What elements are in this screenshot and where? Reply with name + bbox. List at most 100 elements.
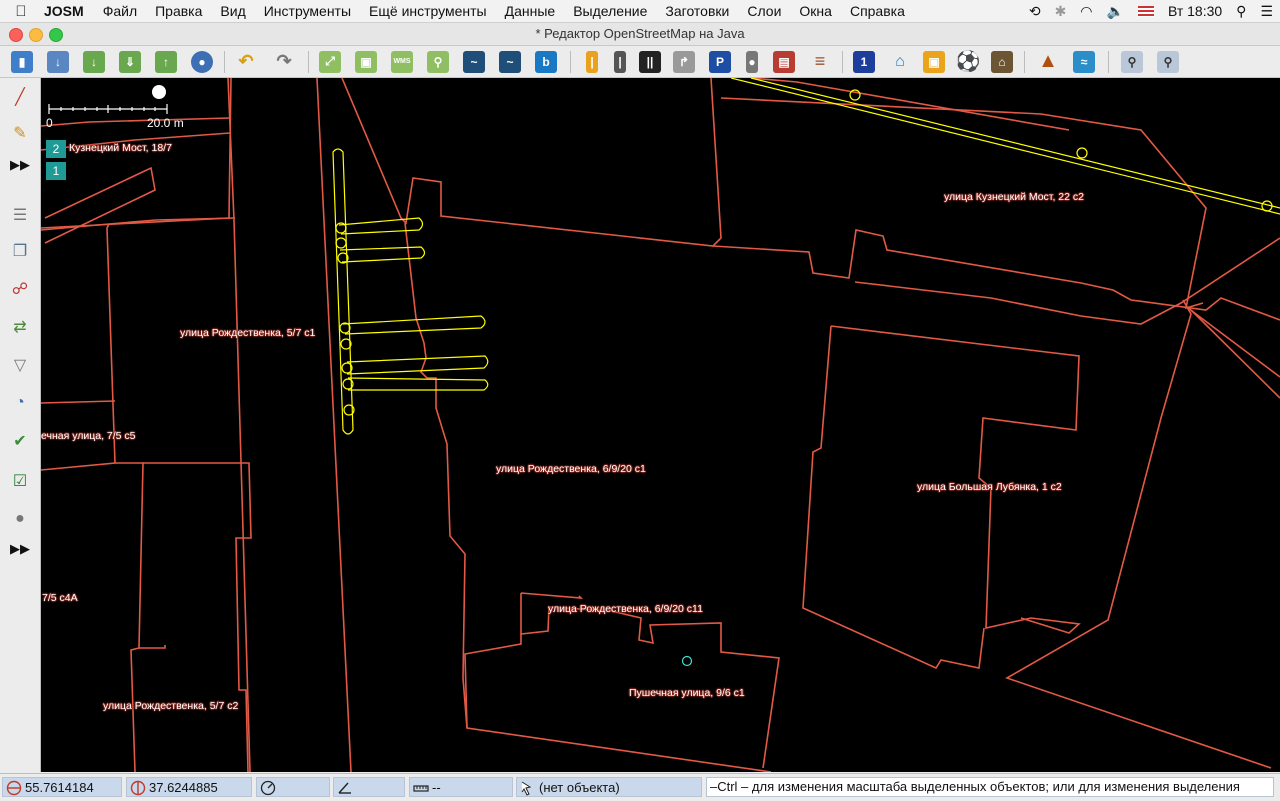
search-preset-button-2[interactable]: ⚲ <box>1154 48 1182 75</box>
volume-icon[interactable]: 🔈 <box>1100 3 1131 20</box>
longitude-field[interactable]: 37.6244885 <box>126 777 252 797</box>
latitude-field[interactable]: 55.7614184 <box>2 777 122 797</box>
map-view[interactable]: 0 20.0 m 2 1 Кузнецкий Мост, 18/7 улица … <box>41 78 1280 772</box>
window-titlebar: * Редактор OpenStreetMap на Java <box>0 23 1280 46</box>
minimize-window-button[interactable] <box>29 28 43 42</box>
undo-button[interactable]: ↶ <box>232 48 260 75</box>
menu-help[interactable]: Справка <box>841 3 914 19</box>
wikipedia-icon[interactable]: ● <box>7 506 33 532</box>
wms-tms-button[interactable]: WMS <box>388 48 416 75</box>
main-toolbar: ▮ ↓ ↓ ⇓ ↑ ● ↶ ↷ ⤢ ▣ WMS ⚲ ~ ~ b | | || ↱… <box>0 46 1280 78</box>
draw-pencil-icon[interactable]: ✎ <box>7 120 33 146</box>
download-along-button[interactable]: ⇓ <box>116 48 144 75</box>
preset-parking[interactable]: P <box>706 48 734 75</box>
layer-badge-1[interactable]: 1 <box>46 162 66 180</box>
preset-hotel[interactable]: ⌂ <box>886 48 914 75</box>
notification-icon[interactable]: ☰ <box>1253 3 1280 20</box>
menu-data[interactable]: Данные <box>496 3 565 19</box>
imagery-button-2[interactable]: ~ <box>496 48 524 75</box>
zoom-window-button[interactable] <box>49 28 63 42</box>
scale-bar <box>48 104 168 114</box>
redo-button[interactable]: ↷ <box>270 48 298 75</box>
road-icon: || <box>639 50 661 73</box>
toolbar-separator <box>842 51 843 73</box>
layer-badge-2[interactable]: 2 <box>46 140 66 158</box>
relations-icon[interactable]: ☍ <box>7 276 33 302</box>
select-mode-icon[interactable]: ╱ <box>7 84 33 110</box>
menu-view[interactable]: Вид <box>211 3 254 19</box>
more-panels-icon[interactable]: ▶▶ <box>7 536 33 562</box>
zoom-to-data-button[interactable]: ⤢ <box>316 48 344 75</box>
imagery-button-1[interactable]: ~ <box>460 48 488 75</box>
menu-file[interactable]: Файл <box>94 3 146 19</box>
more-tools-icon[interactable]: ▶▶ <box>7 152 33 178</box>
clock[interactable]: Вт 18:30 <box>1161 3 1229 19</box>
preferences-button[interactable]: ● <box>188 48 216 75</box>
preset-waterway[interactable]: ≈ <box>1070 48 1098 75</box>
road-icon: | <box>586 50 598 73</box>
preset-sport[interactable]: ⚽ <box>954 48 982 75</box>
map-label: 7/5 с4А <box>42 592 78 604</box>
menu-selection[interactable]: Выделение <box>564 3 656 19</box>
time-machine-icon[interactable]: ⟲ <box>1022 3 1048 20</box>
save-button[interactable]: ↓ <box>44 48 72 75</box>
latitude-icon <box>6 780 22 796</box>
layers-icon[interactable]: ☰ <box>7 202 33 228</box>
menu-presets[interactable]: Заготовки <box>656 3 738 19</box>
object-field[interactable]: (нет объекта) <box>516 777 702 797</box>
angle-field[interactable] <box>333 777 405 797</box>
redo-icon: ↷ <box>276 51 292 71</box>
bing-imagery-button[interactable]: b <box>532 48 560 75</box>
menu-tools[interactable]: Инструменты <box>255 3 360 19</box>
heading-field[interactable] <box>256 777 330 797</box>
close-window-button[interactable] <box>9 28 23 42</box>
road-icon: | <box>614 50 626 73</box>
distance-field[interactable]: -- <box>409 777 513 797</box>
preset-peak[interactable]: ▲ <box>1034 48 1062 75</box>
preset-road-3[interactable]: || <box>636 48 664 75</box>
history-icon[interactable]: ⇄ <box>7 314 33 340</box>
open-file-button[interactable]: ▮ <box>8 48 36 75</box>
preset-railway[interactable]: ≡ <box>806 48 834 75</box>
conflict-icon[interactable]: ✔ <box>7 428 33 454</box>
map-geometry <box>41 78 1280 772</box>
preset-road-2[interactable]: | <box>606 48 634 75</box>
search-preset-icon: ⚲ <box>1157 50 1179 73</box>
tags-icon[interactable]: ❐ <box>7 238 33 264</box>
upload-button[interactable]: ↑ <box>152 48 180 75</box>
palette-icon[interactable]: ◔ <box>7 390 33 416</box>
menu-edit[interactable]: Правка <box>146 3 211 19</box>
zoom-to-selection-button[interactable]: ▣ <box>352 48 380 75</box>
menu-windows[interactable]: Окна <box>790 3 841 19</box>
preset-turn-restriction[interactable]: ↱ <box>670 48 698 75</box>
apple-icon[interactable]:  <box>0 3 42 20</box>
imagery-icon: ~ <box>463 50 485 73</box>
map-label: улица Рождественка, 5/7 с1 <box>180 327 316 339</box>
map-label: улица Рождественка, 6/9/20 с1 <box>496 463 646 475</box>
search-button[interactable]: ⚲ <box>424 48 452 75</box>
preset-traffic-signal[interactable]: ● <box>738 48 766 75</box>
preset-industrial[interactable]: ⌂ <box>988 48 1016 75</box>
preset-shop[interactable]: ▣ <box>920 48 948 75</box>
filter-icon[interactable]: ▽ <box>7 352 33 378</box>
preset-road-1[interactable]: | <box>578 48 606 75</box>
download-button[interactable]: ↓ <box>80 48 108 75</box>
preset-wall[interactable]: ▤ <box>770 48 798 75</box>
shop-bag-icon: ▣ <box>923 50 945 73</box>
validation-icon[interactable]: ☑ <box>7 468 33 494</box>
selected-node[interactable] <box>681 655 693 667</box>
flag-icon[interactable] <box>1137 5 1154 17</box>
app-menu[interactable]: JOSM <box>42 3 94 19</box>
wifi-icon[interactable]: ◠ <box>1073 3 1099 20</box>
menu-more-tools[interactable]: Ещё инструменты <box>360 3 496 19</box>
spotlight-icon[interactable]: ⚲ <box>1229 3 1253 20</box>
menu-layers[interactable]: Слои <box>738 3 790 19</box>
preset-info[interactable]: 1 <box>850 48 878 75</box>
object-value: (нет объекта) <box>539 779 620 795</box>
scale-min-label: 0 <box>46 116 53 130</box>
left-sidebar: ╱ ✎ ▶▶ ☰ ❐ ☍ ⇄ ▽ ◔ ✔ ☑ ● ▶▶ <box>0 78 41 772</box>
search-preset-button[interactable]: ⚲ <box>1118 48 1146 75</box>
macos-menubar:  JOSM Файл Правка Вид Инструменты Ещё и… <box>0 0 1280 23</box>
wms-tms-icon: WMS <box>391 50 413 73</box>
bluetooth-icon[interactable]: ✱ <box>1048 3 1074 20</box>
